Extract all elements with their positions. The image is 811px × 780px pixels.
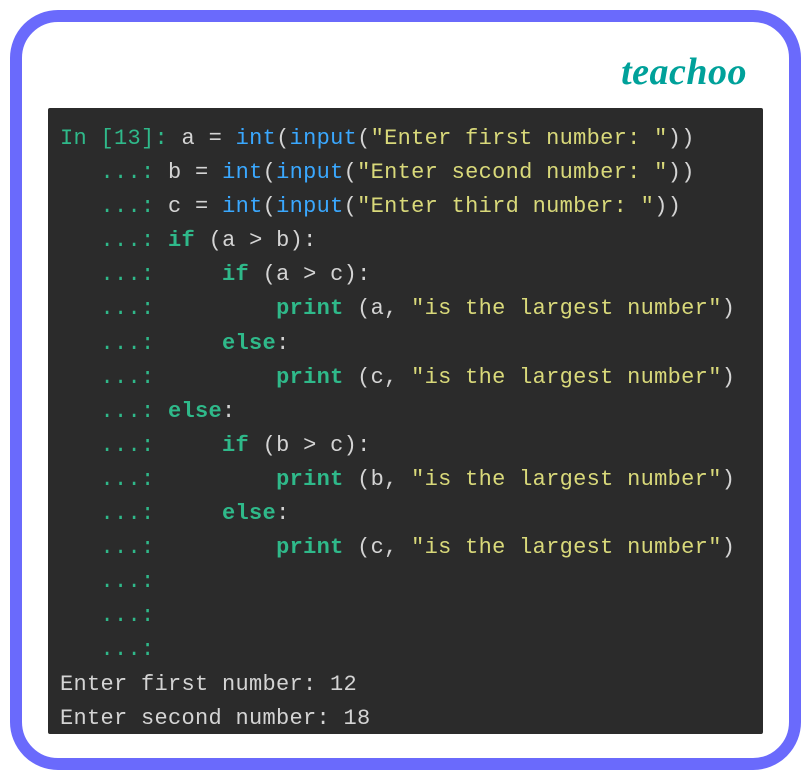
in-prompt: In [13]:	[60, 126, 182, 151]
code-line: a	[182, 126, 196, 151]
continuation-prompt: ...:	[60, 160, 168, 185]
output-line: Enter first number: 12	[60, 672, 357, 697]
brand-logo: teachoo	[48, 50, 763, 94]
code-terminal: In [13]: a = int(input("Enter first numb…	[48, 108, 763, 734]
output-line: Enter second number: 18	[60, 706, 371, 731]
card-container: teachoo In [13]: a = int(input("Enter fi…	[10, 10, 801, 770]
